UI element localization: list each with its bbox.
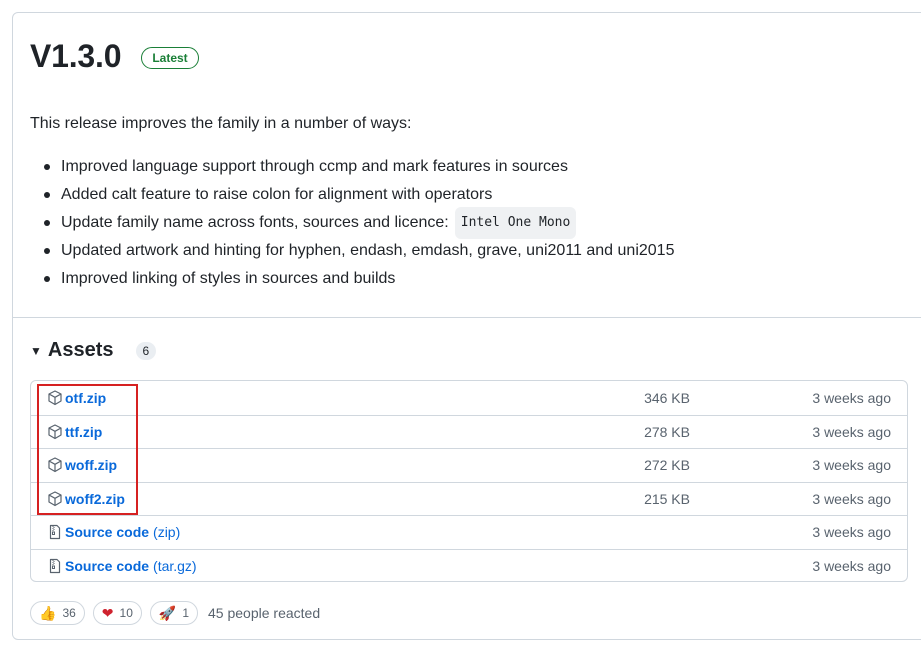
package-icon bbox=[48, 424, 62, 439]
asset-date: 3 weeks ago bbox=[812, 423, 891, 440]
package-icon bbox=[48, 390, 62, 405]
asset-date: 3 weeks ago bbox=[812, 457, 891, 474]
section-divider bbox=[13, 317, 921, 318]
asset-link-otf[interactable]: otf.zip bbox=[47, 390, 110, 406]
asset-size: 215 KB bbox=[644, 490, 690, 507]
assets-list: otf.zip 346 KB 3 weeks ago ttf.zip 278 K… bbox=[30, 380, 908, 582]
release-title[interactable]: V1.3.0 bbox=[30, 37, 122, 75]
asset-link-source-targz[interactable]: Source code (tar.gz) bbox=[47, 558, 197, 574]
release-intro: This release improves the family in a nu… bbox=[30, 115, 412, 132]
list-item: Improved language support through ccmp a… bbox=[30, 153, 674, 181]
file-zip-icon bbox=[49, 525, 61, 540]
file-zip-icon bbox=[49, 558, 61, 573]
latest-badge: Latest bbox=[141, 47, 199, 69]
asset-size: 272 KB bbox=[644, 457, 690, 474]
package-icon bbox=[48, 491, 62, 506]
reaction-thumbs-up-button[interactable]: 👍 36 bbox=[30, 601, 85, 625]
assets-title: Assets bbox=[47, 339, 114, 361]
asset-row: otf.zip 346 KB 3 weeks ago bbox=[31, 381, 907, 415]
caret-down-icon: ▼ bbox=[30, 343, 42, 358]
asset-date: 3 weeks ago bbox=[812, 524, 891, 541]
asset-date: 3 weeks ago bbox=[812, 557, 891, 574]
asset-size: 278 KB bbox=[644, 423, 690, 440]
inline-code: Intel One Mono bbox=[454, 207, 577, 239]
asset-link-source-zip[interactable]: Source code (zip) bbox=[47, 524, 180, 540]
asset-row: Source code (tar.gz) 3 weeks ago bbox=[31, 548, 907, 582]
reaction-count: 1 bbox=[182, 606, 190, 620]
asset-date: 3 weeks ago bbox=[812, 389, 891, 406]
thumbs-up-icon: 👍 bbox=[39, 604, 57, 621]
assets-count-badge: 6 bbox=[135, 341, 157, 360]
asset-row: Source code (zip) 3 weeks ago bbox=[31, 515, 907, 549]
reaction-count: 10 bbox=[119, 606, 133, 620]
reaction-rocket-button[interactable]: 🚀 1 bbox=[149, 601, 199, 625]
asset-link-woff2[interactable]: woff2.zip bbox=[47, 491, 129, 507]
package-icon bbox=[48, 457, 62, 473]
list-item: Updated artwork and hinting for hyphen, … bbox=[30, 237, 674, 265]
reaction-heart-button[interactable]: ❤ 10 bbox=[92, 601, 142, 625]
release-header: V1.3.0 Latest bbox=[30, 37, 199, 75]
asset-row: woff.zip 272 KB 3 weeks ago bbox=[31, 448, 907, 482]
asset-date: 3 weeks ago bbox=[812, 490, 891, 507]
reaction-count: 36 bbox=[62, 606, 76, 620]
asset-link-woff[interactable]: woff.zip bbox=[47, 457, 121, 473]
release-notes-list: Improved language support through ccmp a… bbox=[30, 153, 674, 293]
heart-icon: ❤ bbox=[101, 604, 114, 621]
rocket-icon: 🚀 bbox=[158, 604, 177, 621]
reactions-bar: 👍 36 ❤ 10 🚀 1 45 people reacted bbox=[30, 601, 320, 625]
asset-link-ttf[interactable]: ttf.zip bbox=[47, 424, 106, 440]
reactions-summary: 45 people reacted bbox=[208, 605, 321, 621]
asset-row: woff2.zip 215 KB 3 weeks ago bbox=[31, 481, 907, 516]
list-item: Update family name across fonts, sources… bbox=[30, 207, 674, 239]
list-item: Added calt feature to raise colon for al… bbox=[30, 181, 674, 209]
release-card: V1.3.0 Latest This release improves the … bbox=[12, 12, 921, 640]
list-item: Improved linking of styles in sources an… bbox=[30, 265, 674, 293]
assets-toggle[interactable]: ▼ Assets 6 bbox=[30, 339, 157, 362]
asset-row: ttf.zip 278 KB 3 weeks ago bbox=[31, 414, 907, 449]
asset-size: 346 KB bbox=[644, 389, 690, 406]
